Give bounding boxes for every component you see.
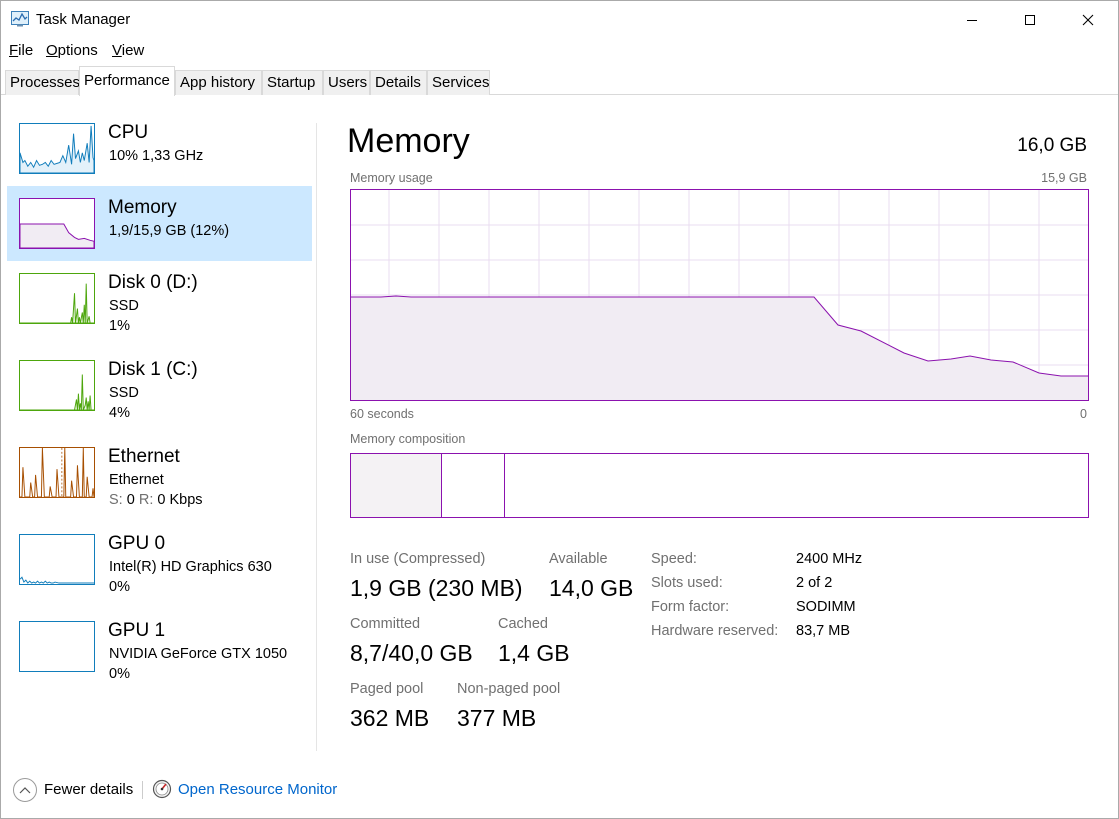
menu-options[interactable]: Options bbox=[46, 42, 98, 59]
ethernet-thumbnail-graph bbox=[19, 447, 95, 498]
tab-app-history[interactable]: App history bbox=[175, 70, 262, 95]
open-resource-monitor-link[interactable]: Open Resource Monitor bbox=[178, 781, 337, 798]
memory-composition-bar bbox=[350, 453, 1089, 518]
sidebar-divider bbox=[316, 123, 317, 751]
committed-label: Committed bbox=[350, 616, 421, 632]
sidebar-gpu1-usage: 0% bbox=[109, 666, 130, 682]
slots-used-label: Slots used: bbox=[651, 575, 723, 591]
memory-thumbnail-graph bbox=[19, 198, 95, 249]
ethernet-send-value: 0 bbox=[126, 492, 135, 508]
sidebar-memory-usage: 1,9/15,9 GB (12%) bbox=[109, 223, 230, 239]
minimize-icon bbox=[967, 20, 977, 21]
chevron-up-icon bbox=[19, 787, 31, 794]
memory-usage-max: 15,9 GB bbox=[1041, 171, 1087, 185]
page-title: Memory bbox=[347, 122, 470, 160]
tab-details[interactable]: Details bbox=[370, 70, 427, 95]
form-factor-label: Form factor: bbox=[651, 599, 730, 615]
ethernet-send-label: S: bbox=[109, 492, 123, 508]
committed-value: 8,7/40,0 GB bbox=[350, 640, 473, 666]
speed-value: 2400 MHz bbox=[796, 551, 863, 567]
sidebar-item-gpu-1[interactable]: GPU 1 NVIDIA GeForce GTX 1050 0% bbox=[7, 609, 312, 684]
sidebar-gpu1-name: NVIDIA GeForce GTX 1050 bbox=[109, 646, 288, 662]
footer-divider bbox=[142, 781, 143, 799]
maximize-icon bbox=[1025, 15, 1035, 25]
tab-performance[interactable]: Performance bbox=[79, 66, 175, 96]
paged-pool-label: Paged pool bbox=[350, 681, 424, 697]
available-value: 14,0 GB bbox=[549, 575, 634, 601]
tab-services[interactable]: Services bbox=[427, 70, 490, 95]
hardware-reserved-label: Hardware reserved: bbox=[651, 623, 779, 639]
available-label: Available bbox=[549, 551, 608, 567]
tab-startup[interactable]: Startup bbox=[262, 70, 323, 95]
paged-pool-value: 362 MB bbox=[350, 705, 430, 731]
sidebar-disk1-title: Disk 1 (C:) bbox=[108, 359, 198, 380]
sidebar-disk0-title: Disk 0 (D:) bbox=[108, 272, 198, 293]
close-icon bbox=[1082, 14, 1094, 26]
window-title: Task Manager bbox=[36, 11, 131, 28]
sidebar-disk1-type: SSD bbox=[109, 385, 139, 401]
form-factor-value: SODIMM bbox=[796, 599, 856, 615]
sidebar-disk0-usage: 1% bbox=[109, 318, 130, 334]
total-memory: 16,0 GB bbox=[1017, 135, 1087, 156]
sidebar-cpu-usage: 10% 1,33 GHz bbox=[109, 148, 204, 164]
hardware-reserved-value: 83,7 MB bbox=[796, 623, 850, 639]
non-paged-pool-value: 377 MB bbox=[457, 705, 537, 731]
disk1-thumbnail-graph bbox=[19, 360, 95, 411]
memory-usage-label: Memory usage bbox=[350, 171, 433, 185]
ethernet-receive-label: R: bbox=[138, 492, 154, 508]
close-button[interactable] bbox=[1059, 1, 1117, 39]
cached-label: Cached bbox=[498, 616, 548, 632]
tab-strip: Processes Performance App history Startu… bbox=[1, 63, 1118, 96]
menu-file[interactable]: File bbox=[9, 42, 33, 59]
cpu-thumbnail-graph bbox=[19, 123, 95, 174]
sidebar-ethernet-throughput: S: 0 R: 0 Kbps bbox=[109, 492, 203, 508]
sidebar-disk0-type: SSD bbox=[109, 298, 139, 314]
sidebar-gpu0-name: Intel(R) HD Graphics 630 bbox=[109, 559, 272, 575]
sidebar-disk1-usage: 4% bbox=[109, 405, 130, 421]
speed-label: Speed: bbox=[651, 551, 697, 567]
sidebar-item-ethernet[interactable]: Ethernet Ethernet S: 0 R: 0 Kbps bbox=[7, 435, 312, 510]
sidebar-cpu-title: CPU bbox=[108, 122, 149, 143]
minimize-button[interactable] bbox=[943, 1, 1001, 39]
cached-value: 1,4 GB bbox=[498, 640, 570, 666]
tab-users[interactable]: Users bbox=[323, 70, 370, 95]
memory-usage-graph-canvas bbox=[351, 190, 1088, 400]
gpu0-thumbnail-graph bbox=[19, 534, 95, 585]
sidebar-item-disk-0[interactable]: Disk 0 (D:) SSD 1% bbox=[7, 261, 312, 336]
menu-bar: File Options View bbox=[1, 39, 1118, 63]
graph-time-right: 0 bbox=[1080, 407, 1087, 421]
sidebar-gpu0-title: GPU 0 bbox=[108, 533, 166, 554]
sidebar-item-memory[interactable]: Memory 1,9/15,9 GB (12%) bbox=[7, 186, 312, 261]
sidebar-gpu0-usage: 0% bbox=[109, 579, 130, 595]
sidebar-item-gpu-0[interactable]: GPU 0 Intel(R) HD Graphics 630 0% bbox=[7, 522, 312, 597]
non-paged-pool-label: Non-paged pool bbox=[457, 681, 561, 697]
task-manager-window: Task Manager File Options View Processes… bbox=[0, 0, 1119, 819]
sidebar-gpu1-title: GPU 1 bbox=[108, 620, 166, 641]
maximize-button[interactable] bbox=[1001, 1, 1059, 39]
gpu1-thumbnail-graph bbox=[19, 621, 95, 672]
sidebar-memory-title: Memory bbox=[108, 197, 177, 218]
sidebar-ethernet-title: Ethernet bbox=[108, 446, 180, 467]
menu-view[interactable]: View bbox=[112, 42, 144, 59]
sidebar-item-disk-1[interactable]: Disk 1 (C:) SSD 4% bbox=[7, 348, 312, 423]
title-bar[interactable]: Task Manager bbox=[1, 1, 1118, 39]
memory-usage-graph bbox=[350, 189, 1089, 401]
sidebar-item-cpu[interactable]: CPU 10% 1,33 GHz bbox=[7, 111, 312, 186]
memory-composition-label: Memory composition bbox=[350, 432, 466, 446]
disk0-thumbnail-graph bbox=[19, 273, 95, 324]
resource-monitor-icon bbox=[152, 779, 172, 799]
resource-sidebar: CPU 10% 1,33 GHz Memory 1,9/15,9 GB (12%… bbox=[7, 111, 313, 751]
tab-processes[interactable]: Processes bbox=[5, 70, 80, 95]
in-use-value: 1,9 GB (230 MB) bbox=[350, 575, 523, 601]
ethernet-receive-value: 0 Kbps bbox=[157, 492, 203, 508]
fewer-details-button[interactable]: Fewer details bbox=[44, 781, 133, 798]
graph-time-left: 60 seconds bbox=[350, 407, 414, 421]
composition-modified-segment bbox=[442, 454, 505, 517]
in-use-label: In use (Compressed) bbox=[350, 551, 486, 567]
sidebar-ethernet-adapter: Ethernet bbox=[109, 472, 164, 488]
task-manager-icon bbox=[11, 11, 29, 27]
fewer-details-toggle[interactable] bbox=[13, 778, 37, 802]
slots-used-value: 2 of 2 bbox=[796, 575, 833, 591]
composition-in-use-segment bbox=[351, 454, 442, 517]
